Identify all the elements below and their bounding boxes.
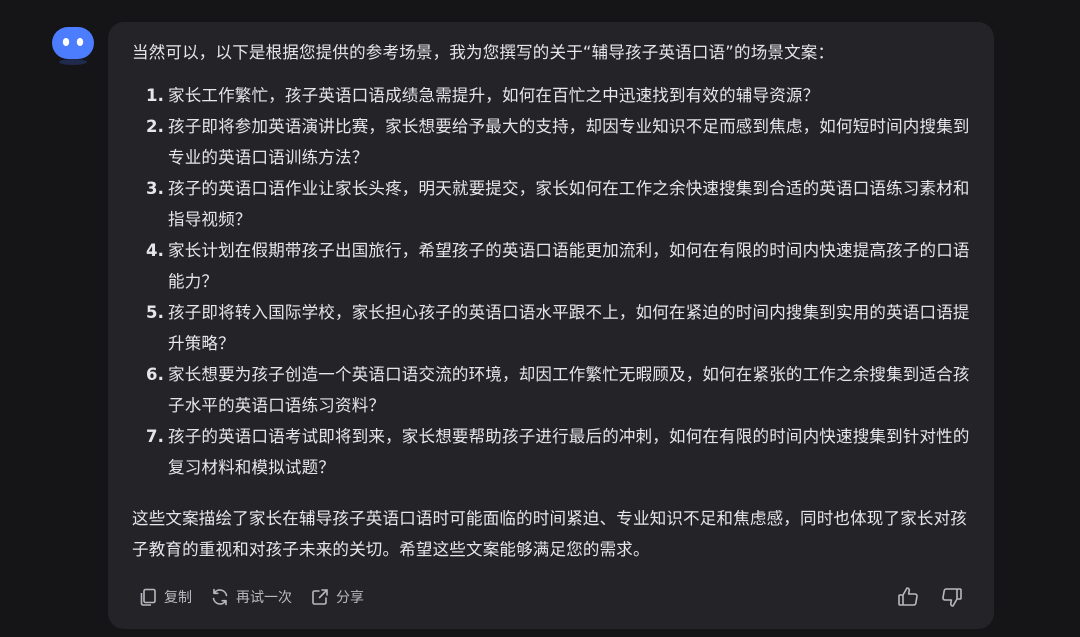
- copy-label: 复制: [164, 590, 192, 606]
- list-item: 5. 孩子即将转入国际学校，家长担心孩子的英语口语水平跟不上，如何在紧迫的时间内搜…: [132, 297, 970, 359]
- list-item-text: 孩子的英语口语考试即将到来，家长想要帮助孩子进行最后的冲刺，如何在有限的时间内快…: [168, 427, 970, 477]
- list-item-number: 1.: [146, 86, 165, 105]
- list-item-text: 家长工作繁忙，孩子英语口语成绩急需提升，如何在百忙之中迅速找到有效的辅导资源？: [168, 86, 820, 105]
- refresh-icon: [212, 588, 228, 606]
- retry-label: 再试一次: [236, 590, 292, 606]
- bot-avatar-icon: [51, 25, 95, 67]
- list-item-text: 家长计划在假期带孩子出国旅行，希望孩子的英语口语能更加流利，如何在有限的时间内快…: [168, 241, 970, 291]
- list-item: 1. 家长工作繁忙，孩子英语口语成绩急需提升，如何在百忙之中迅速找到有效的辅导资源…: [132, 80, 970, 111]
- copy-button[interactable]: 复制: [138, 587, 192, 607]
- message-actions: 复制 再试一次 分享: [138, 584, 964, 610]
- message-outro: 这些文案描绘了家长在辅导孩子英语口语时可能面临的时间紧迫、专业知识不足和焦虑感，…: [132, 509, 967, 559]
- assistant-message-bubble: 当然可以，以下是根据您提供的参考场景，我为您撰写的关于“辅导孩子英语口语”的场景…: [108, 22, 994, 629]
- chat-page: 当然可以，以下是根据您提供的参考场景，我为您撰写的关于“辅导孩子英语口语”的场景…: [0, 0, 1080, 637]
- list-item-text: 孩子的英语口语作业让家长头疼，明天就要提交，家长如何在工作之余快速搜集到合适的英…: [168, 179, 970, 229]
- scenario-list: 1. 家长工作繁忙，孩子英语口语成绩急需提升，如何在百忙之中迅速找到有效的辅导资源…: [132, 80, 970, 483]
- list-item-text: 家长想要为孩子创造一个英语口语交流的环境，却因工作繁忙无暇顾及，如何在紧张的工作…: [168, 365, 970, 415]
- list-item: 6. 家长想要为孩子创造一个英语口语交流的环境，却因工作繁忙无暇顾及，如何在紧张的…: [132, 359, 970, 421]
- share-button[interactable]: 分享: [310, 587, 364, 607]
- list-item-number: 3.: [146, 179, 165, 198]
- list-item-number: 7.: [146, 427, 165, 446]
- list-item-number: 6.: [146, 365, 165, 384]
- message-intro: 当然可以，以下是根据您提供的参考场景，我为您撰写的关于“辅导孩子英语口语”的场景…: [132, 43, 835, 62]
- list-item-text: 孩子即将参加英语演讲比赛，家长想要给予最大的支持，却因专业知识不足而感到焦虑，如…: [168, 117, 970, 167]
- thumbs-down-icon: [942, 588, 962, 607]
- thumbs-up-icon: [898, 587, 918, 606]
- list-item-number: 2.: [146, 117, 165, 136]
- share-icon: [312, 589, 328, 605]
- list-item: 7. 孩子的英语口语考试即将到来，家长想要帮助孩子进行最后的冲刺，如何在有限的时间…: [132, 421, 970, 483]
- list-item-number: 5.: [146, 303, 165, 322]
- list-item-text: 孩子即将转入国际学校，家长担心孩子的英语口语水平跟不上，如何在紧迫的时间内搜集到…: [168, 303, 970, 353]
- copy-icon: [140, 588, 156, 606]
- retry-button[interactable]: 再试一次: [210, 587, 292, 607]
- like-button[interactable]: [896, 585, 920, 609]
- share-label: 分享: [336, 590, 364, 606]
- dislike-button[interactable]: [940, 585, 964, 609]
- list-item: 2. 孩子即将参加英语演讲比赛，家长想要给予最大的支持，却因专业知识不足而感到焦虑…: [132, 111, 970, 173]
- list-item-number: 4.: [146, 241, 165, 260]
- list-item: 4. 家长计划在假期带孩子出国旅行，希望孩子的英语口语能更加流利，如何在有限的时间…: [132, 235, 970, 297]
- list-item: 3. 孩子的英语口语作业让家长头疼，明天就要提交，家长如何在工作之余快速搜集到合适…: [132, 173, 970, 235]
